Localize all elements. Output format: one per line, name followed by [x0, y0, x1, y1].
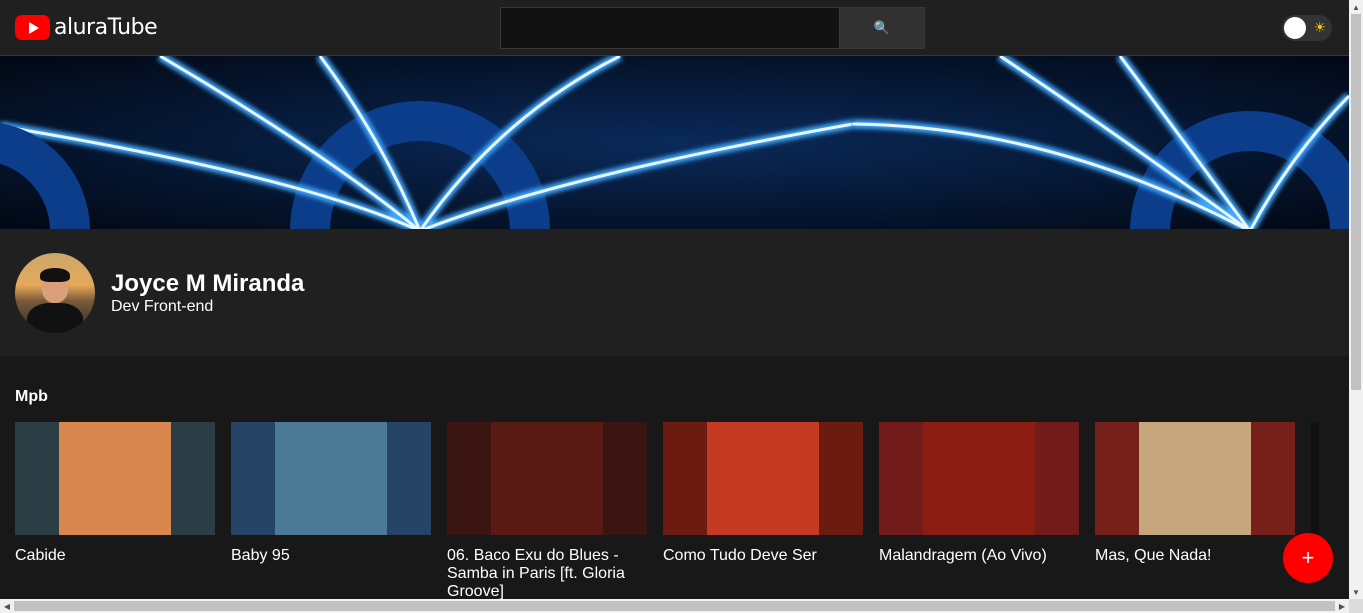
video-title[interactable]: Baby 95: [231, 547, 431, 565]
video-card[interactable]: Malandragem (Ao Vivo): [879, 422, 1079, 599]
search-input[interactable]: [501, 8, 839, 48]
video-list: Cabide Baby 95 06. Baco Exu do Blues - S…: [15, 422, 1349, 599]
horizontal-scroll-thumb[interactable]: [14, 601, 1335, 611]
video-thumbnail[interactable]: [1095, 422, 1295, 535]
avatar: [15, 252, 95, 333]
video-thumbnail[interactable]: [15, 422, 215, 535]
video-thumbnail[interactable]: [1311, 422, 1319, 535]
toggle-knob: [1284, 17, 1306, 39]
search-icon: 🔍: [873, 20, 891, 35]
horizontal-scrollbar[interactable]: ◀ ▶: [0, 599, 1349, 613]
video-thumbnail[interactable]: [231, 422, 431, 535]
page: aluraTube 🔍 ☀ Joyce M Miranda Dev Front-…: [0, 0, 1349, 599]
top-header: aluraTube 🔍 ☀: [0, 0, 1349, 56]
search-bar: 🔍: [500, 7, 925, 49]
video-title[interactable]: Cabide: [15, 547, 215, 565]
profile-info: Joyce M Miranda Dev Front-end: [111, 270, 304, 316]
scroll-right-icon[interactable]: ▶: [1335, 599, 1349, 613]
scrollbar-corner: [1349, 599, 1363, 613]
video-title[interactable]: 06. Baco Exu do Blues - Samba in Paris […: [447, 547, 647, 599]
video-title[interactable]: Malandragem (Ao Vivo): [879, 547, 1079, 565]
add-video-button[interactable]: +: [1283, 533, 1333, 583]
video-thumbnail[interactable]: [663, 422, 863, 535]
scroll-down-icon[interactable]: ▼: [1349, 585, 1363, 599]
video-card[interactable]: Baby 95: [231, 422, 431, 599]
search-button[interactable]: 🔍: [839, 8, 924, 48]
vertical-scrollbar[interactable]: ▲ ▼: [1349, 0, 1363, 599]
video-card[interactable]: Cabide: [15, 422, 215, 599]
playlist-title: Mpb: [15, 388, 48, 405]
video-thumbnail[interactable]: [879, 422, 1079, 535]
profile-name: Joyce M Miranda: [111, 269, 305, 297]
profile-section: Joyce M Miranda Dev Front-end: [0, 229, 1349, 356]
youtube-play-icon: [15, 15, 50, 40]
logo-text: aluraTube: [54, 15, 158, 40]
profile-role: Dev Front-end: [111, 297, 214, 315]
theme-toggle[interactable]: ☀: [1282, 15, 1332, 41]
video-thumbnail[interactable]: [447, 422, 647, 535]
video-card[interactable]: 06. Baco Exu do Blues - Samba in Paris […: [447, 422, 647, 599]
video-title[interactable]: Mas, Que Nada!: [1095, 547, 1295, 565]
video-card[interactable]: Mas, Que Nada!: [1095, 422, 1295, 599]
playlist-section: Mpb Cabide Baby 95 06. Baco Exu do Blues…: [0, 356, 1349, 599]
logo[interactable]: aluraTube: [15, 15, 158, 40]
video-title[interactable]: Como Tudo Deve Ser: [663, 547, 863, 565]
sun-icon: ☀: [1313, 19, 1326, 35]
video-card[interactable]: Como Tudo Deve Ser: [663, 422, 863, 599]
channel-banner: [0, 56, 1349, 229]
vertical-scroll-thumb[interactable]: [1351, 14, 1361, 390]
scroll-left-icon[interactable]: ◀: [0, 599, 14, 613]
scroll-up-icon[interactable]: ▲: [1349, 0, 1363, 14]
